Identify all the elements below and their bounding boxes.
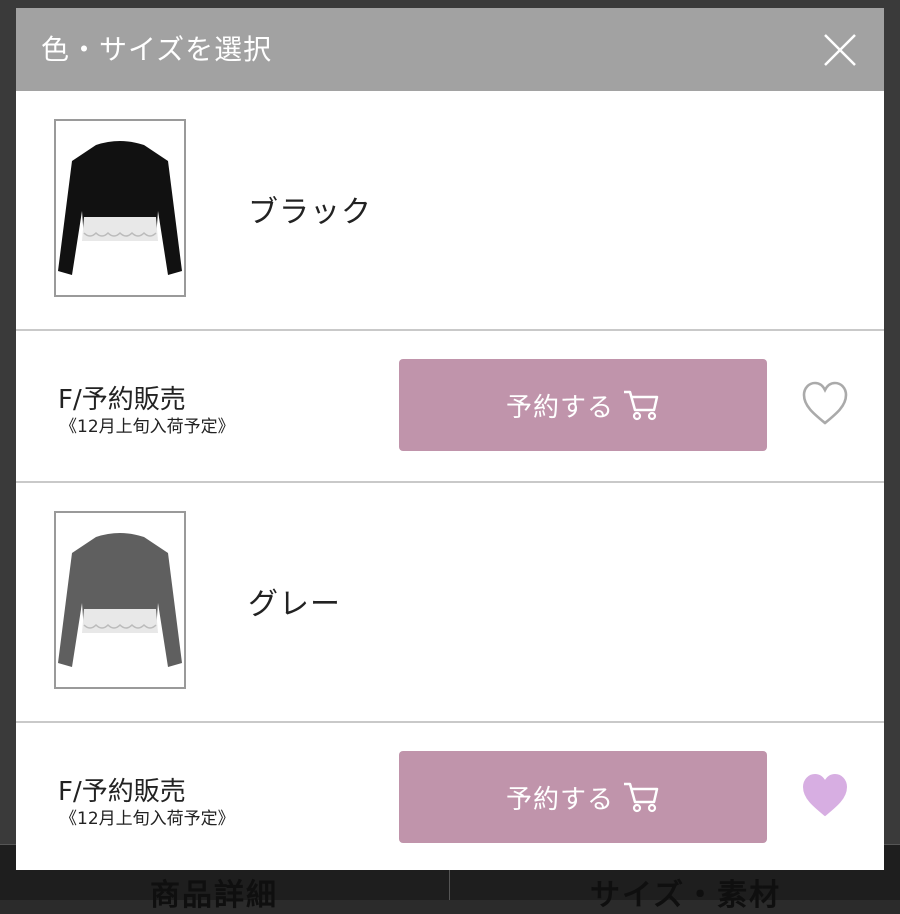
heart-outline-icon (802, 381, 848, 425)
close-icon (824, 34, 856, 66)
sweater-image (58, 533, 182, 667)
favorite-button[interactable] (800, 379, 850, 429)
cart-icon (622, 780, 660, 814)
arrival-note: 《12月上旬入荷予定》 (60, 417, 235, 437)
background-tab-details: 商品詳細 (150, 878, 278, 913)
reserve-button-label: 予約する (505, 784, 614, 815)
background-tab-size: サイズ・素材 (590, 878, 782, 913)
product-thumbnail (54, 511, 186, 689)
cart-icon (622, 388, 660, 422)
purchase-row-black: F/予約販売 《12月上旬入荷予定》 予約する (16, 331, 884, 483)
color-name: ブラック (248, 195, 372, 230)
heart-filled-icon (802, 773, 848, 817)
reserve-button-label: 予約する (505, 392, 614, 423)
ruffle-hem (82, 609, 158, 633)
variant-row-gray: グレー (16, 483, 884, 723)
reserve-button[interactable]: 予約する (399, 751, 767, 843)
arrival-note: 《12月上旬入荷予定》 (60, 809, 235, 829)
reserve-button[interactable]: 予約する (399, 359, 767, 451)
size-label: F/予約販売 (58, 385, 186, 415)
color-name: グレー (248, 587, 341, 622)
close-button[interactable] (816, 26, 864, 74)
modal-header: 色・サイズを選択 (16, 8, 884, 91)
modal-title: 色・サイズを選択 (41, 33, 273, 66)
select-color-size-modal: 色・サイズを選択 ブラック F/予約販売 《12月上旬入荷予定》 予約する グレ… (16, 8, 884, 870)
product-thumbnail (54, 119, 186, 297)
favorite-button[interactable] (800, 771, 850, 821)
purchase-row-gray: F/予約販売 《12月上旬入荷予定》 予約する (16, 723, 884, 870)
ruffle-hem (82, 217, 158, 241)
size-label: F/予約販売 (58, 777, 186, 807)
variant-row-black: ブラック (16, 91, 884, 331)
sweater-image (58, 141, 182, 275)
